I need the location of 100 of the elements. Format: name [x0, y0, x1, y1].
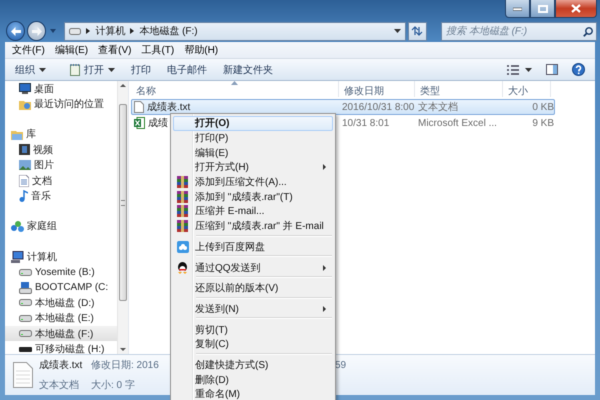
back-arrow-icon	[10, 26, 21, 36]
context-menu-item[interactable]: 创建快捷方式(S)	[173, 358, 333, 372]
breadcrumb[interactable]: 计算机	[95, 24, 126, 38]
nav-item[interactable]: 库	[5, 126, 117, 142]
file-name: 成绩表.txt	[147, 100, 190, 114]
nav-item[interactable]: 本地磁盘 (D:)	[5, 295, 117, 311]
close-button[interactable]	[555, 0, 597, 18]
details-size: 大小: 0 字	[91, 378, 136, 392]
context-menu-item[interactable]: 打开(O)	[173, 116, 333, 131]
archive-icon	[177, 176, 188, 188]
view-options-button[interactable]	[507, 64, 532, 74]
table-cell-text: 10/31 8:01	[342, 118, 390, 128]
menu-item[interactable]: 文件(F)	[7, 43, 50, 57]
file-name: 成绩	[148, 116, 168, 130]
text-file-icon	[134, 101, 144, 113]
context-menu-item[interactable]: 打印(P)	[173, 130, 333, 146]
drive-icon	[19, 330, 32, 338]
search-field[interactable]: 搜索 本地磁盘 (F:)	[441, 22, 598, 40]
nav-item[interactable]: 图片	[5, 158, 117, 173]
context-menu-item[interactable]: 添加到压缩文件(A)...	[173, 174, 333, 190]
menu-item[interactable]: 工具(T)	[136, 43, 180, 57]
file-row[interactable]: 成绩表.txt 2016/10/31 8:00 文本文档 0 KB	[131, 99, 555, 115]
toolbar-button[interactable]: 组织	[11, 62, 54, 76]
toolbar-button[interactable]: 打开	[62, 62, 123, 76]
menu-item[interactable]: 帮助(H)	[179, 43, 224, 57]
nav-item[interactable]: 可移动磁盘 (H:)	[5, 341, 117, 354]
context-menu-item[interactable]: 添加到 "成绩表.rar"(T)	[173, 189, 333, 204]
column-header[interactable]: 大小	[503, 81, 551, 97]
notepad-icon	[70, 64, 80, 76]
toolbar-button[interactable]: 打印	[123, 62, 159, 76]
details-modified: 修改日期: 2016	[91, 358, 160, 372]
nav-item[interactable]: 计算机	[5, 249, 117, 265]
maximize-icon	[538, 4, 548, 12]
table-cell-text: 0 KB	[531, 102, 555, 112]
nav-item[interactable]: 桌面	[5, 81, 117, 96]
help-icon	[572, 63, 585, 76]
nav-item[interactable]: 本地磁盘 (E:)	[5, 310, 117, 326]
nav-item[interactable]: 音乐	[5, 188, 117, 204]
down-arrow-icon	[120, 348, 126, 351]
submenu-arrow-icon	[323, 306, 326, 312]
nav-item[interactable]: Yosemite (B:)	[5, 264, 117, 280]
text-file-icon	[13, 362, 33, 388]
chevron-icon	[130, 28, 134, 34]
maximize-button[interactable]	[530, 0, 555, 18]
context-menu-item[interactable]: 打开方式(H)	[173, 160, 333, 175]
context-menu-item[interactable]: 压缩并 E-mail...	[173, 204, 333, 219]
archive-icon	[177, 205, 188, 218]
refresh-icon	[411, 26, 424, 36]
scrollbar[interactable]	[117, 81, 128, 354]
scroll-down-button[interactable]	[120, 345, 126, 354]
drive-icon	[19, 268, 32, 276]
drive-icon	[19, 314, 32, 322]
preview-pane-icon	[546, 64, 558, 75]
toolbar-button[interactable]: 电子邮件	[159, 62, 215, 76]
archive-icon	[177, 190, 188, 203]
close-icon	[571, 4, 581, 13]
preview-pane-button[interactable]	[546, 64, 558, 75]
folder-icon	[19, 98, 31, 110]
table-cell-text: 文本文档	[418, 100, 459, 114]
nav-item[interactable]: 本地磁盘 (F:)	[5, 326, 117, 342]
table-cell-text: 9 KB	[531, 118, 555, 128]
nav-item[interactable]: 视频	[5, 142, 117, 158]
scroll-up-button[interactable]	[120, 81, 126, 90]
submenu-arrow-icon	[323, 264, 326, 271]
nav-item[interactable]: 最近访问的位置	[5, 96, 117, 112]
drive-icon	[19, 282, 32, 294]
refresh-button[interactable]	[408, 22, 428, 40]
nav-item[interactable]: BOOTCAMP (C:	[5, 280, 117, 296]
minimize-button[interactable]	[505, 0, 530, 18]
context-menu-item[interactable]: 剪切(T)	[173, 322, 333, 337]
toolbar-button[interactable]: 新建文件夹	[215, 62, 281, 76]
address-bar[interactable]: 计算机 本地磁盘 (F:)	[64, 22, 406, 40]
context-menu-item[interactable]: 编辑(E)	[173, 145, 333, 160]
column-header[interactable]: 修改日期	[339, 81, 415, 97]
dropdown-caret-icon	[39, 68, 46, 72]
chevron-icon	[86, 28, 90, 34]
menu-item[interactable]: 编辑(E)	[50, 43, 94, 57]
cloud-icon	[176, 240, 188, 253]
homegroup-icon	[11, 220, 24, 232]
desktop-icon	[19, 83, 31, 94]
forward-button[interactable]	[27, 21, 46, 41]
details-type: 文本文档	[39, 378, 80, 392]
history-dropdown[interactable]	[48, 29, 58, 33]
back-button[interactable]	[6, 21, 26, 41]
help-button[interactable]	[572, 63, 585, 76]
scroll-thumb[interactable]	[119, 104, 127, 301]
nav-item[interactable]: 文档	[5, 172, 117, 188]
column-header[interactable]: 类型	[415, 81, 503, 97]
folder-icon	[11, 128, 23, 140]
document-icon	[19, 174, 29, 187]
film-icon	[19, 144, 30, 156]
caret-icon	[394, 29, 401, 33]
up-arrow-icon	[120, 84, 126, 87]
drive-icon	[69, 28, 82, 34]
context-menu-item[interactable]: 删除(D)	[173, 372, 333, 387]
menu-item[interactable]: 查看(V)	[93, 43, 136, 57]
breadcrumb[interactable]: 本地磁盘 (F:)	[139, 24, 198, 38]
penguin-icon	[177, 262, 188, 274]
forward-arrow-icon	[32, 26, 42, 36]
nav-item[interactable]: 家庭组	[5, 218, 117, 234]
